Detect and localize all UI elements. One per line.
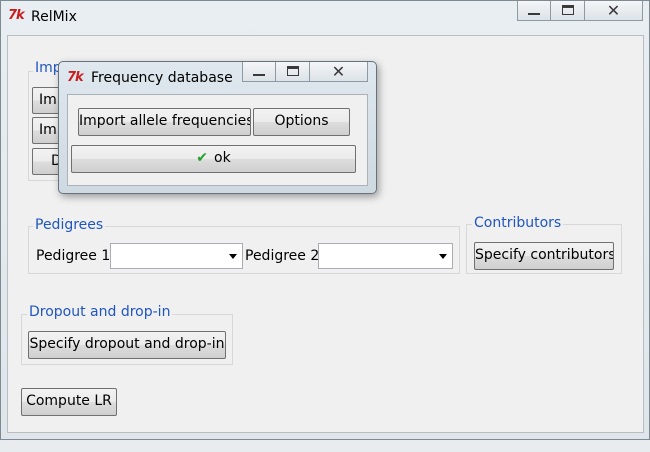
checkmark-icon: ✔ xyxy=(196,150,209,166)
dropout-group-title: Dropout and drop-in xyxy=(27,304,173,320)
close-icon: ✕ xyxy=(606,1,621,20)
specify-contributors-button[interactable]: Specify contributors xyxy=(474,242,614,270)
close-icon: ✕ xyxy=(331,62,346,81)
dialog-maximize-button[interactable] xyxy=(276,62,310,82)
window-title: RelMix xyxy=(31,9,77,25)
minimize-button[interactable] xyxy=(517,1,551,21)
dialog-window-controls: ✕ xyxy=(242,62,368,84)
import-allele-frequencies-button[interactable]: Import allele frequencies xyxy=(78,108,251,136)
tk-feather-icon: 7k xyxy=(67,70,84,85)
compute-lr-button[interactable]: Compute LR xyxy=(21,388,117,416)
frequency-database-dialog: 7k Frequency database ✕ Import allele fr… xyxy=(58,61,377,194)
pedigree1-label: Pedigree 1 xyxy=(36,248,111,264)
dialog-client-area: Import allele frequencies Options ✔ ok xyxy=(67,94,368,186)
ok-button[interactable]: ✔ ok xyxy=(71,145,356,173)
close-button[interactable]: ✕ xyxy=(585,1,643,21)
contributors-group-title: Contributors xyxy=(472,215,564,231)
window-controls: ✕ xyxy=(517,1,643,23)
pedigree2-select[interactable] xyxy=(318,243,453,269)
maximize-button[interactable] xyxy=(551,1,585,21)
ok-button-label: ok xyxy=(214,150,231,166)
pedigree2-label: Pedigree 2 xyxy=(245,248,320,264)
dialog-title: Frequency database xyxy=(91,70,233,86)
tk-feather-icon: 7k xyxy=(8,8,25,23)
specify-dropout-button[interactable]: Specify dropout and drop-in xyxy=(28,331,226,359)
pedigrees-group-title: Pedigrees xyxy=(33,217,106,233)
pedigree1-select[interactable] xyxy=(110,243,243,269)
dialog-close-button[interactable]: ✕ xyxy=(310,62,368,82)
background-console-strip xyxy=(0,438,650,452)
minimize-icon xyxy=(253,74,265,76)
minimize-icon xyxy=(528,13,540,15)
dialog-minimize-button[interactable] xyxy=(242,62,276,82)
options-button[interactable]: Options xyxy=(253,108,350,136)
chevron-down-icon xyxy=(439,254,447,259)
maximize-icon xyxy=(561,5,574,15)
maximize-icon xyxy=(286,66,299,76)
chevron-down-icon xyxy=(229,254,237,259)
